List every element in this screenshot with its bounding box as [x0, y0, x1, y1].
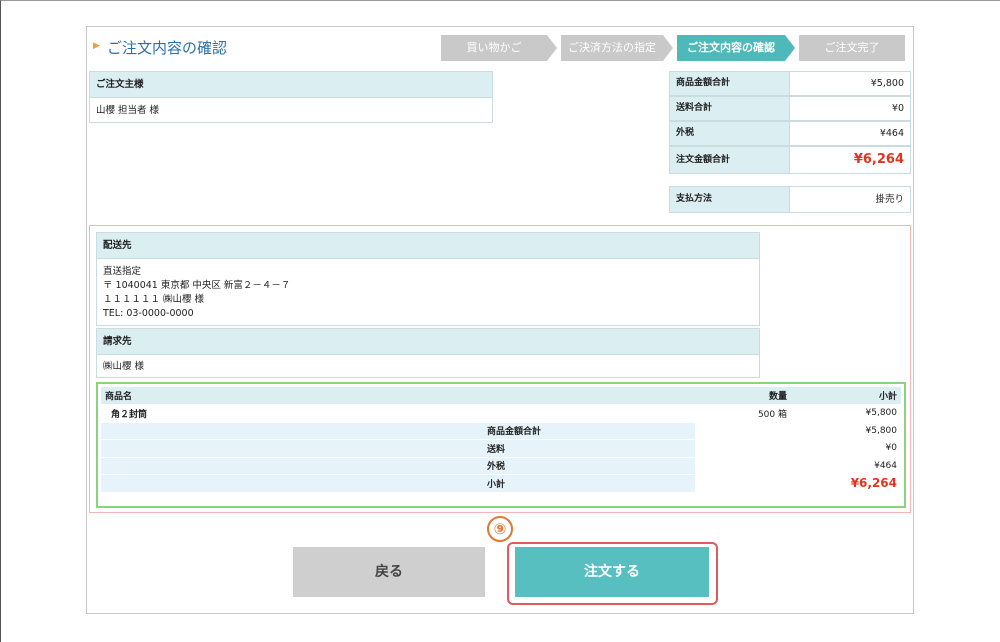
empty-cell — [695, 422, 791, 440]
empty-cell — [695, 439, 791, 458]
shipping-label: 送料 — [101, 439, 695, 458]
grand-total-value: ¥6,264 — [791, 474, 901, 493]
delivery-box: 配送先 直送指定 〒 1040041 東京都 中央区 新富２－４－７ １１１１１… — [96, 232, 760, 326]
summary-tax-label: 外税 — [670, 122, 790, 145]
summary-subtotal-label: 商品金額合計 — [670, 72, 790, 95]
billing-heading: 請求先 — [97, 329, 759, 355]
step-payment: ご決済方法の指定 — [561, 35, 663, 61]
payment-method-label: 支払方法 — [670, 187, 790, 212]
empty-cell — [695, 474, 791, 493]
summary-total-label: 注文金額合計 — [670, 147, 790, 173]
order-confirmation-panel: ▶ ご注文内容の確認 買い物かご ご決済方法の指定 ご注文内容の確認 ご注文完了… — [86, 26, 914, 614]
table-header-row: 商品名 数量 小計 — [101, 387, 901, 405]
summary-tax-value: ¥464 — [879, 128, 904, 139]
step-number-badge: ⑨ — [487, 516, 513, 542]
empty-cell — [695, 457, 791, 475]
shipping-details-section: 配送先 直送指定 〒 1040041 東京都 中央区 新富２－４－７ １１１１１… — [89, 225, 911, 513]
total-product-label: 商品金額合計 — [101, 422, 695, 440]
delivery-address: 直送指定 〒 1040041 東京都 中央区 新富２－４－７ １１１１１１ ㈱山… — [97, 259, 759, 327]
table-row: 外税 ¥464 — [101, 457, 901, 475]
delivery-line-3: １１１１１１ ㈱山櫻 様 — [103, 294, 205, 305]
step-arrow-icon — [547, 35, 557, 61]
summary-shipping-value: ¥0 — [891, 103, 904, 114]
table-row: 小計 ¥6,264 — [101, 474, 901, 493]
summary-shipping-row: 送料合計 ¥0 — [669, 96, 911, 121]
header-quantity: 数量 — [695, 387, 791, 405]
summary-shipping-label: 送料合計 — [670, 97, 790, 120]
step-cart: 買い物かご — [441, 35, 547, 61]
header-subtotal: 小計 — [791, 387, 901, 405]
step-confirm: ご注文内容の確認 — [677, 35, 785, 61]
place-order-button[interactable]: 注文する — [515, 547, 709, 597]
table-row: 送料 ¥0 — [101, 439, 901, 458]
summary-total-value: ¥6,264 — [853, 152, 904, 167]
summary-subtotal-value: ¥5,800 — [870, 78, 904, 89]
tax-value: ¥464 — [791, 457, 901, 475]
item-subtotal: ¥5,800 — [791, 404, 901, 423]
title-bullet-icon: ▶ — [93, 41, 100, 51]
summary-tax-row: 外税 ¥464 — [669, 121, 911, 146]
delivery-heading: 配送先 — [97, 233, 759, 259]
header-product-name: 商品名 — [101, 387, 695, 405]
summary-total-row: 注文金額合計 ¥6,264 — [669, 146, 911, 174]
payment-method-value: 掛売り — [875, 194, 904, 205]
grand-total-label: 小計 — [101, 474, 695, 493]
orderer-name: 山櫻 担当者 様 — [96, 105, 160, 116]
step-arrow-icon — [663, 35, 673, 61]
tax-label: 外税 — [101, 457, 695, 475]
table-row: 商品金額合計 ¥5,800 — [101, 422, 901, 440]
step-arrow-icon — [785, 35, 795, 61]
payment-method-row: 支払方法 掛売り — [669, 186, 911, 213]
delivery-line-2: 〒 1040041 東京都 中央区 新富２－４－７ — [103, 280, 291, 291]
billing-box: 請求先 ㈱山櫻 様 — [96, 328, 760, 378]
order-items-table: 商品名 数量 小計 角２封筒 500 箱 ¥5,800 商品金額合計 ¥5,80… — [101, 387, 901, 493]
orderer-heading: ご注文主様 — [90, 72, 492, 98]
orderer-box: ご注文主様 山櫻 担当者 様 — [89, 71, 493, 123]
shipping-value: ¥0 — [791, 439, 901, 458]
order-items-section: 商品名 数量 小計 角２封筒 500 箱 ¥5,800 商品金額合計 ¥5,80… — [96, 382, 906, 508]
total-product-value: ¥5,800 — [791, 422, 901, 440]
step-complete: ご注文完了 — [799, 35, 905, 61]
summary-subtotal-row: 商品金額合計 ¥5,800 — [669, 71, 911, 96]
table-row: 角２封筒 500 箱 ¥5,800 — [101, 404, 901, 423]
delivery-line-1: 直送指定 — [103, 266, 142, 277]
item-name: 角２封筒 — [101, 404, 695, 423]
billing-name: ㈱山櫻 様 — [103, 361, 145, 372]
back-button[interactable]: 戻る — [293, 547, 485, 597]
delivery-line-4: TEL: 03-0000-0000 — [103, 308, 194, 319]
page-title: ご注文内容の確認 — [107, 39, 228, 57]
item-quantity: 500 箱 — [695, 404, 791, 423]
